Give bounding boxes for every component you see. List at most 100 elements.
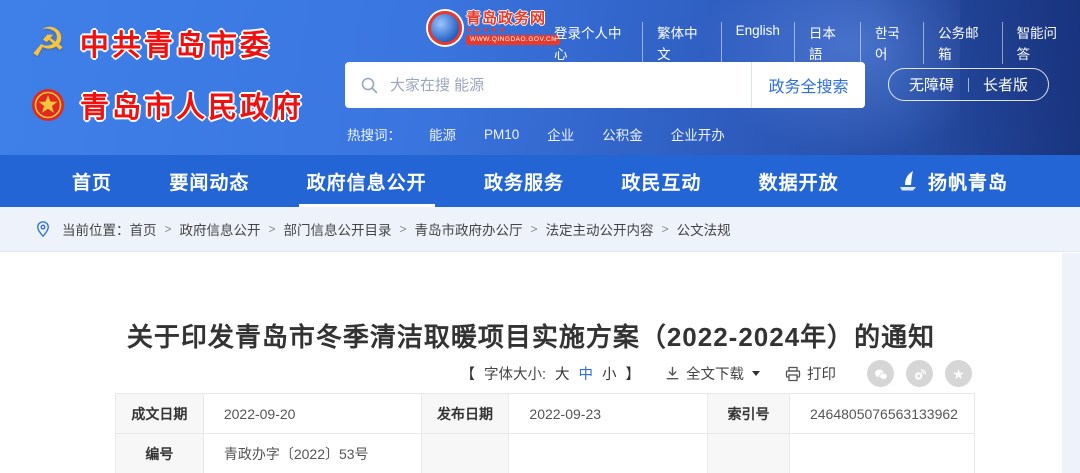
font-size-small-button[interactable]: 小 <box>602 363 617 384</box>
weibo-icon <box>912 366 928 382</box>
page-edge-strip <box>1062 253 1080 473</box>
breadcrumb: 当前位置： 首页 > 政府信息公开 > 部门信息公开目录 > 青岛市政府办公厅 … <box>0 207 1080 252</box>
bracket: 【 <box>460 363 475 384</box>
share-wechat-button[interactable] <box>867 360 894 387</box>
article-toolbar: 【 字体大小: 大 中 小 】 全文下载 打印 <box>110 360 972 387</box>
location-pin-icon <box>34 220 52 238</box>
accessibility-pill: 无障碍 长者版 <box>888 68 1049 101</box>
nav-item-news[interactable]: 要闻动态 <box>169 155 249 207</box>
hot-search-energy[interactable]: 能源 <box>429 124 456 144</box>
nav-label: 政民互动 <box>621 168 701 195</box>
document-meta-table: 成文日期 2022-09-20 发布日期 2022-09-23 索引号 2464… <box>115 393 975 473</box>
party-committee-name: 中共青岛市委 <box>80 22 272 64</box>
crumb-gov-info[interactable]: 政府信息公开 <box>180 219 261 239</box>
star-icon: ★ <box>952 367 965 381</box>
breadcrumb-separator: > <box>662 222 669 236</box>
link-japanese[interactable]: 日本語 <box>809 26 836 62</box>
party-emblem-icon: ☭ <box>30 23 66 63</box>
nav-label: 要闻动态 <box>169 168 249 195</box>
meta-label-doc-number: 编号 <box>116 434 204 473</box>
table-row: 成文日期 2022-09-20 发布日期 2022-09-23 索引号 2464… <box>116 394 975 434</box>
nav-item-public-interaction[interactable]: 政民互动 <box>621 155 701 207</box>
meta-value-date-published: 2022-09-23 <box>509 394 708 434</box>
hot-search-fund[interactable]: 公积金 <box>602 124 643 144</box>
divider <box>968 78 969 92</box>
nav-label: 政府信息公开 <box>307 168 427 195</box>
page: ☭ 中共青岛市委 青岛市人民政府 青岛政务网 ★★★★★ WWW.QINGDAO… <box>0 0 1080 473</box>
table-row: 编号 青政办字〔2022〕53号 <box>116 434 975 473</box>
hot-search-pm10[interactable]: PM10 <box>484 127 519 142</box>
hot-search-enterprise[interactable]: 企业 <box>547 124 574 144</box>
print-icon <box>785 366 801 382</box>
barrier-free-button[interactable]: 无障碍 <box>909 74 954 95</box>
city-government-link[interactable]: 青岛市人民政府 <box>30 74 304 136</box>
print-label: 打印 <box>807 363 836 384</box>
font-size-large-button[interactable]: 大 <box>555 363 570 384</box>
crumb-statutory-disclosure[interactable]: 法定主动公开内容 <box>546 219 654 239</box>
meta-value-date-written: 2022-09-20 <box>203 394 421 434</box>
main-nav: 首页 要闻动态 政府信息公开 政务服务 政民互动 数据开放 扬帆青岛 <box>0 155 1080 207</box>
meta-value-empty <box>509 434 708 473</box>
breadcrumb-separator: > <box>269 222 276 236</box>
meta-label-index-number: 索引号 <box>708 394 790 434</box>
search-input[interactable] <box>390 77 751 94</box>
nav-item-open-data[interactable]: 数据开放 <box>759 155 839 207</box>
nav-item-gov-services[interactable]: 政务服务 <box>484 155 564 207</box>
meta-label-date-published: 发布日期 <box>421 394 509 434</box>
link-official-mailbox[interactable]: 公务邮箱 <box>938 26 979 62</box>
breadcrumb-separator: > <box>531 222 538 236</box>
search-bar: 政务全搜索 <box>345 62 865 108</box>
hot-search-business-start[interactable]: 企业开办 <box>671 124 725 144</box>
hot-search-label: 热搜词： <box>347 124 401 144</box>
nav-item-gov-info-disclosure[interactable]: 政府信息公开 <box>307 155 427 207</box>
utility-links: 登录个人中心 繁体中文 English 日本語 한국어 公务邮箱 智能问答 <box>540 22 1080 64</box>
site-header: ☭ 中共青岛市委 青岛市人民政府 青岛政务网 ★★★★★ WWW.QINGDAO… <box>0 0 1080 155</box>
nav-label: 政务服务 <box>484 168 564 195</box>
link-login-center[interactable]: 登录个人中心 <box>554 26 622 62</box>
download-button[interactable]: 全文下载 <box>665 363 760 384</box>
nav-label: 首页 <box>72 168 112 195</box>
share-group: ★ <box>867 360 972 387</box>
download-label: 全文下载 <box>686 363 744 384</box>
crumb-home[interactable]: 首页 <box>130 219 157 239</box>
link-traditional-chinese[interactable]: 繁体中文 <box>657 26 698 62</box>
meta-value-index-number: 2464805076563133962 <box>789 394 974 434</box>
download-icon <box>665 366 680 381</box>
nav-label: 扬帆青岛 <box>928 168 1008 195</box>
breadcrumb-separator: > <box>400 222 407 236</box>
nav-label: 数据开放 <box>759 168 839 195</box>
chevron-down-icon <box>752 371 760 376</box>
crumb-official-documents[interactable]: 公文法规 <box>677 219 731 239</box>
party-committee-link[interactable]: ☭ 中共青岛市委 <box>30 12 304 74</box>
elder-version-button[interactable]: 长者版 <box>983 74 1028 95</box>
globe-icon <box>428 11 462 45</box>
meta-label-empty <box>708 434 790 473</box>
font-size-label: 字体大小: <box>484 363 546 384</box>
font-size-medium-button[interactable]: 中 <box>579 363 594 384</box>
crumb-dept-directory[interactable]: 部门信息公开目录 <box>284 219 392 239</box>
breadcrumb-label: 当前位置： <box>62 219 130 239</box>
page-title: 关于印发青岛市冬季清洁取暖项目实施方案（2022-2024年）的通知 <box>0 317 1062 354</box>
nav-item-sailing-qingdao[interactable]: 扬帆青岛 <box>896 155 1008 207</box>
favorite-star-button[interactable]: ★ <box>945 360 972 387</box>
search-icon <box>361 77 378 94</box>
wechat-icon <box>873 366 889 382</box>
nav-item-home[interactable]: 首页 <box>72 155 112 207</box>
meta-label-date-written: 成文日期 <box>116 394 204 434</box>
city-government-name: 青岛市人民政府 <box>80 84 304 126</box>
share-weibo-button[interactable] <box>906 360 933 387</box>
link-smart-qa[interactable]: 智能问答 <box>1017 26 1058 62</box>
meta-value-doc-number: 青政办字〔2022〕53号 <box>203 434 421 473</box>
link-korean[interactable]: 한국어 <box>875 26 900 62</box>
meta-value-empty <box>789 434 974 473</box>
search-submit-button[interactable]: 政务全搜索 <box>751 62 865 108</box>
national-emblem-icon <box>30 87 66 123</box>
hot-search-row: 热搜词： 能源 PM10 企业 公积金 企业开办 <box>347 124 725 144</box>
breadcrumb-separator: > <box>165 222 172 236</box>
link-english[interactable]: English <box>736 23 780 38</box>
org-banner: ☭ 中共青岛市委 青岛市人民政府 <box>30 12 304 136</box>
meta-label-empty <box>421 434 509 473</box>
crumb-gov-office[interactable]: 青岛市政府办公厅 <box>415 219 523 239</box>
sail-icon <box>896 170 920 192</box>
print-button[interactable]: 打印 <box>785 363 836 384</box>
